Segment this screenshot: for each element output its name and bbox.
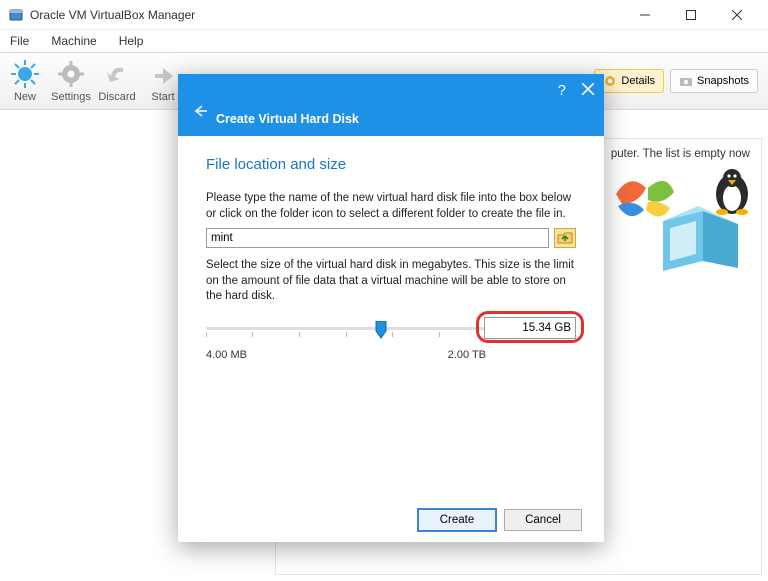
start-arrow-icon <box>148 59 178 89</box>
slider-min-label: 4.00 MB <box>206 349 247 361</box>
create-disk-dialog: Create Virtual Hard Disk ? File location… <box>178 74 604 542</box>
menu-help[interactable]: Help <box>115 32 148 50</box>
help-icon[interactable]: ? <box>558 82 566 99</box>
slider-labels: 4.00 MB 2.00 TB <box>206 349 486 361</box>
camera-icon <box>679 74 693 88</box>
dialog-header: Create Virtual Hard Disk ? <box>178 74 604 136</box>
dialog-footer: Create Cancel <box>178 498 604 542</box>
filename-input[interactable] <box>206 228 549 248</box>
discard-arrow-icon <box>102 59 132 89</box>
dialog-title: Create Virtual Hard Disk <box>194 112 359 126</box>
file-row <box>206 228 576 248</box>
sun-icon <box>10 59 40 89</box>
dialog-controls: ? <box>558 82 594 99</box>
maximize-button[interactable] <box>668 0 714 30</box>
toolbar-start-label: Start <box>151 91 174 103</box>
size-input[interactable] <box>484 317 576 339</box>
window-controls <box>622 0 760 30</box>
folder-up-icon <box>557 231 573 245</box>
close-button[interactable] <box>714 0 760 30</box>
slider-thumb[interactable] <box>374 321 386 337</box>
back-arrow-icon[interactable] <box>192 104 208 123</box>
size-slider-row: 4.00 MB 2.00 TB <box>206 319 576 361</box>
close-icon[interactable] <box>582 82 594 99</box>
toolbar-discard[interactable]: Discard <box>94 53 140 109</box>
browse-folder-button[interactable] <box>554 228 576 248</box>
size-description: Select the size of the virtual hard disk… <box>206 258 576 305</box>
slider-max-label: 2.00 TB <box>448 349 486 361</box>
tab-details-label: Details <box>621 75 655 87</box>
gear-icon <box>56 59 86 89</box>
app-icon <box>8 7 24 23</box>
menu-file[interactable]: File <box>6 32 33 50</box>
section-title: File location and size <box>206 156 576 173</box>
toolbar-discard-label: Discard <box>98 91 135 103</box>
empty-list-text: puter. The list is empty now <box>611 148 750 160</box>
toolbar-settings-label: Settings <box>51 91 91 103</box>
dialog-body: File location and size Please type the n… <box>178 136 604 498</box>
toolbar-new-label: New <box>14 91 36 103</box>
tab-snapshots-label: Snapshots <box>697 75 749 87</box>
tab-snapshots[interactable]: Snapshots <box>670 69 758 93</box>
header-tabs: Details Snapshots <box>594 69 766 93</box>
menu-machine[interactable]: Machine <box>47 32 100 50</box>
toolbar-new[interactable]: New <box>2 53 48 109</box>
main-titlebar: Oracle VM VirtualBox Manager <box>0 0 768 30</box>
create-button[interactable]: Create <box>418 509 496 531</box>
details-icon <box>603 74 617 88</box>
toolbar-settings[interactable]: Settings <box>48 53 94 109</box>
virtualbox-illustration <box>608 166 758 276</box>
minimize-button[interactable] <box>622 0 668 30</box>
cancel-button[interactable]: Cancel <box>504 509 582 531</box>
tab-details[interactable]: Details <box>594 69 664 93</box>
menubar: File Machine Help <box>0 30 768 52</box>
size-slider[interactable] <box>206 319 486 345</box>
window-title: Oracle VM VirtualBox Manager <box>30 8 195 22</box>
location-description: Please type the name of the new virtual … <box>206 191 576 222</box>
